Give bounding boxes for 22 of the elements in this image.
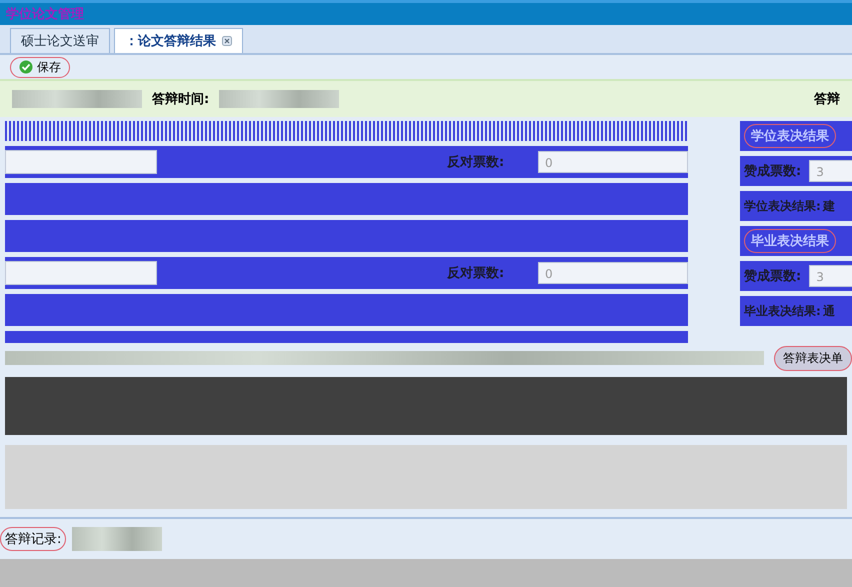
field-label: 答辩记录: bbox=[0, 527, 66, 551]
action-button[interactable]: 答辩表决单 bbox=[774, 346, 852, 370]
tab[interactable]: 硕士论文送审 bbox=[10, 28, 110, 53]
result-value: 建 bbox=[822, 198, 835, 214]
check-icon bbox=[19, 60, 33, 74]
close-icon[interactable] bbox=[222, 36, 232, 46]
field-label: 反对票数: bbox=[447, 265, 504, 282]
field-label: 反对票数: bbox=[447, 154, 504, 171]
field-label: 答辩时间: bbox=[152, 90, 210, 108]
tab[interactable]: ：论文答辩结果 bbox=[114, 28, 243, 53]
field-label: 答辩 bbox=[814, 90, 840, 108]
input-field[interactable] bbox=[5, 150, 157, 174]
save-button[interactable]: 保存 bbox=[10, 56, 70, 78]
field-label: 赞成票数: bbox=[744, 268, 802, 285]
result-value: 通 bbox=[822, 302, 835, 320]
field-label: 毕业表决结果: bbox=[744, 302, 821, 320]
field-label: 赞成票数: bbox=[744, 163, 802, 180]
field-label: 学位表决结果: bbox=[744, 198, 821, 214]
app-title: 学位论文管理 bbox=[6, 6, 84, 23]
section-title: 毕业表决结果 bbox=[744, 229, 836, 253]
input-field[interactable] bbox=[5, 261, 157, 285]
section-title: 学位表决结果 bbox=[744, 124, 836, 148]
